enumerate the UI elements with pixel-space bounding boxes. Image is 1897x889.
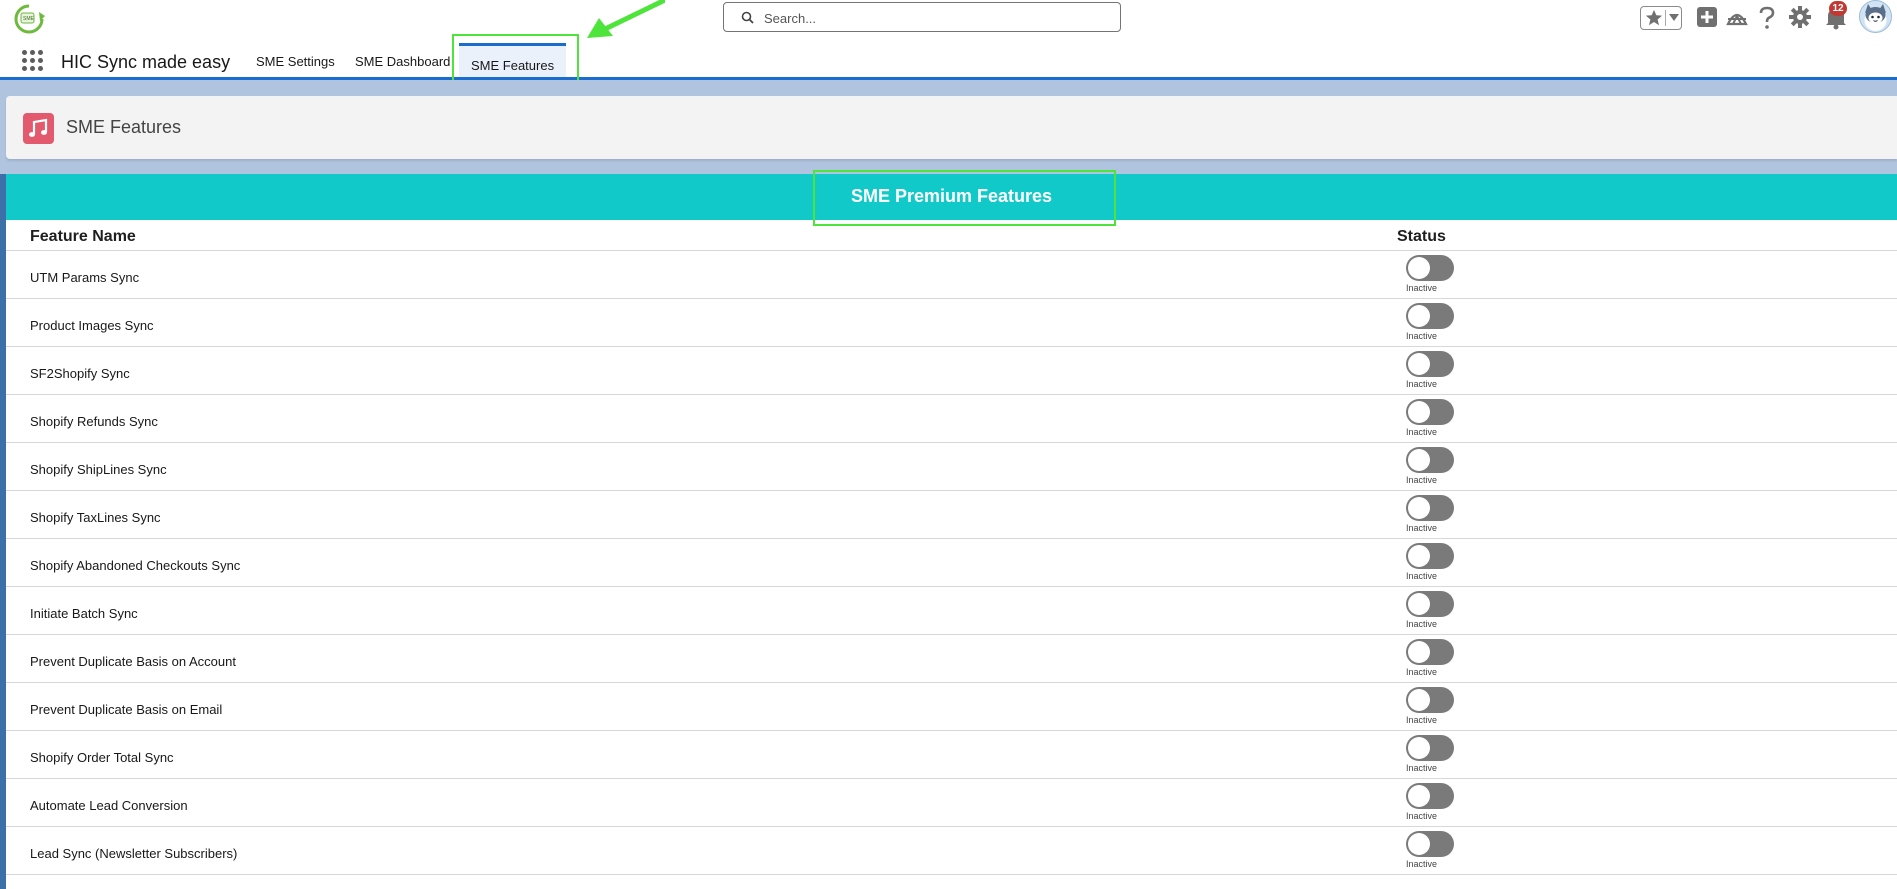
table-row: Initiate Batch Sync Inactive (6, 587, 1897, 635)
global-search[interactable] (723, 2, 1121, 32)
feature-toggle[interactable] (1406, 447, 1454, 473)
status-label: Inactive (1406, 811, 1438, 821)
feature-toggle[interactable] (1406, 351, 1454, 377)
feature-toggle[interactable] (1406, 639, 1454, 665)
feature-name: UTM Params Sync (30, 270, 140, 285)
global-header: SME Search... 12 (0, 0, 1897, 36)
search-icon (741, 11, 754, 24)
annotation-arrow-icon (587, 0, 665, 38)
table-row: Shopify ShipLines Sync Inactive (6, 443, 1897, 491)
toggle-knob (1408, 305, 1430, 327)
status-label: Inactive (1406, 379, 1438, 389)
status-label: Inactive (1406, 763, 1438, 773)
table-row: Prevent Duplicate Basis on Email Inactive (6, 683, 1897, 731)
app-navigation-bar: HIC Sync made easy SME Settings SME Dash… (0, 36, 1897, 80)
toggle-knob (1408, 785, 1430, 807)
status-label: Inactive (1406, 619, 1438, 629)
feature-toggle[interactable] (1406, 495, 1454, 521)
toggle-knob (1408, 401, 1430, 423)
feature-name: SF2Shopify Sync (30, 366, 130, 381)
status-label: Inactive (1406, 571, 1438, 581)
feature-toggle[interactable] (1406, 831, 1454, 857)
table-row: Lead Sync (Newsletter Subscribers) Inacti… (6, 827, 1897, 875)
favorites-star-icon[interactable] (1645, 9, 1663, 27)
status-label: Inactive (1406, 859, 1438, 869)
toggle-knob (1408, 689, 1430, 711)
feature-toggle[interactable] (1406, 735, 1454, 761)
table-row: SF2Shopify Sync Inactive (6, 347, 1897, 395)
table-row: Product Images Sync Inactive (6, 299, 1897, 347)
app-launcher-grid-icon[interactable] (22, 50, 44, 72)
feature-name: Shopify TaxLines Sync (30, 510, 161, 525)
add-icon[interactable] (1696, 6, 1718, 28)
feature-name: Automate Lead Conversion (30, 798, 188, 813)
feature-toggle[interactable] (1406, 399, 1454, 425)
favorites-button-group[interactable] (1640, 6, 1682, 30)
table-row: Shopify Order Total Sync Inactive (6, 731, 1897, 779)
feature-name: Shopify Abandoned Checkouts Sync (30, 558, 241, 573)
app-name: HIC Sync made easy (61, 52, 231, 72)
feature-name: Initiate Batch Sync (30, 606, 138, 621)
status-label: Inactive (1406, 475, 1438, 485)
toggle-knob (1408, 257, 1430, 279)
toggle-knob (1408, 449, 1430, 471)
tab-sme-dashboard[interactable]: SME Dashboard (355, 54, 450, 69)
feature-toggle[interactable] (1406, 303, 1454, 329)
feature-name: Prevent Duplicate Basis on Account (30, 654, 236, 669)
feature-name: Shopify Refunds Sync (30, 414, 158, 429)
page-header: SME Features (6, 96, 1897, 159)
feature-toggle[interactable] (1406, 591, 1454, 617)
setup-gear-icon[interactable] (1789, 6, 1811, 28)
music-note-icon (23, 113, 54, 144)
page-title: SME Features (66, 117, 182, 137)
table-row: Shopify Refunds Sync Inactive (6, 395, 1897, 443)
divider (1665, 10, 1666, 26)
status-label: Inactive (1406, 667, 1438, 677)
toggle-knob (1408, 353, 1430, 375)
help-icon[interactable] (1758, 6, 1776, 30)
feature-toggle[interactable] (1406, 687, 1454, 713)
column-header-status: Status (1397, 228, 1446, 245)
user-avatar[interactable] (1859, 0, 1892, 33)
table-row: Shopify TaxLines Sync Inactive (6, 491, 1897, 539)
tab-sme-settings[interactable]: SME Settings (256, 54, 335, 69)
features-card: SME Premium Features Feature Name Status… (6, 174, 1897, 889)
feature-toggle[interactable] (1406, 255, 1454, 281)
toggle-knob (1408, 593, 1430, 615)
status-label: Inactive (1406, 331, 1438, 341)
status-label: Inactive (1406, 427, 1438, 437)
table-row: Prevent Duplicate Basis on Account Inacti… (6, 635, 1897, 683)
table-row: Automate Lead Conversion Inactive (6, 779, 1897, 827)
svg-text:SME: SME (23, 16, 35, 22)
table-row: Shopify Abandoned Checkouts Sync Inactive (6, 539, 1897, 587)
search-input[interactable] (762, 7, 1106, 29)
feature-name: Shopify ShipLines Sync (30, 462, 167, 477)
chevron-down-icon[interactable] (1669, 14, 1679, 22)
toggle-knob (1408, 497, 1430, 519)
feature-toggle[interactable] (1406, 783, 1454, 809)
status-label: Inactive (1406, 283, 1438, 293)
feature-name: Product Images Sync (30, 318, 154, 333)
feature-toggle[interactable] (1406, 543, 1454, 569)
feature-name: Shopify Order Total Sync (30, 750, 174, 765)
status-label: Inactive (1406, 523, 1438, 533)
feature-name: Prevent Duplicate Basis on Email (30, 702, 223, 717)
table-row: UTM Params Sync Inactive (6, 251, 1897, 299)
toggle-knob (1408, 833, 1430, 855)
feature-name: Lead Sync (Newsletter Subscribers) (30, 846, 238, 861)
column-header-feature-name: Feature Name (30, 228, 136, 245)
toggle-knob (1408, 641, 1430, 663)
toggle-knob (1408, 737, 1430, 759)
toggle-knob (1408, 545, 1430, 567)
highlight-box-banner-title (813, 170, 1116, 226)
trailhead-icon[interactable] (1726, 6, 1748, 28)
highlight-box-active-tab (452, 34, 579, 85)
app-logo[interactable]: SME (10, 2, 48, 36)
notifications-count-badge: 12 (1829, 1, 1847, 16)
status-label: Inactive (1406, 715, 1438, 725)
